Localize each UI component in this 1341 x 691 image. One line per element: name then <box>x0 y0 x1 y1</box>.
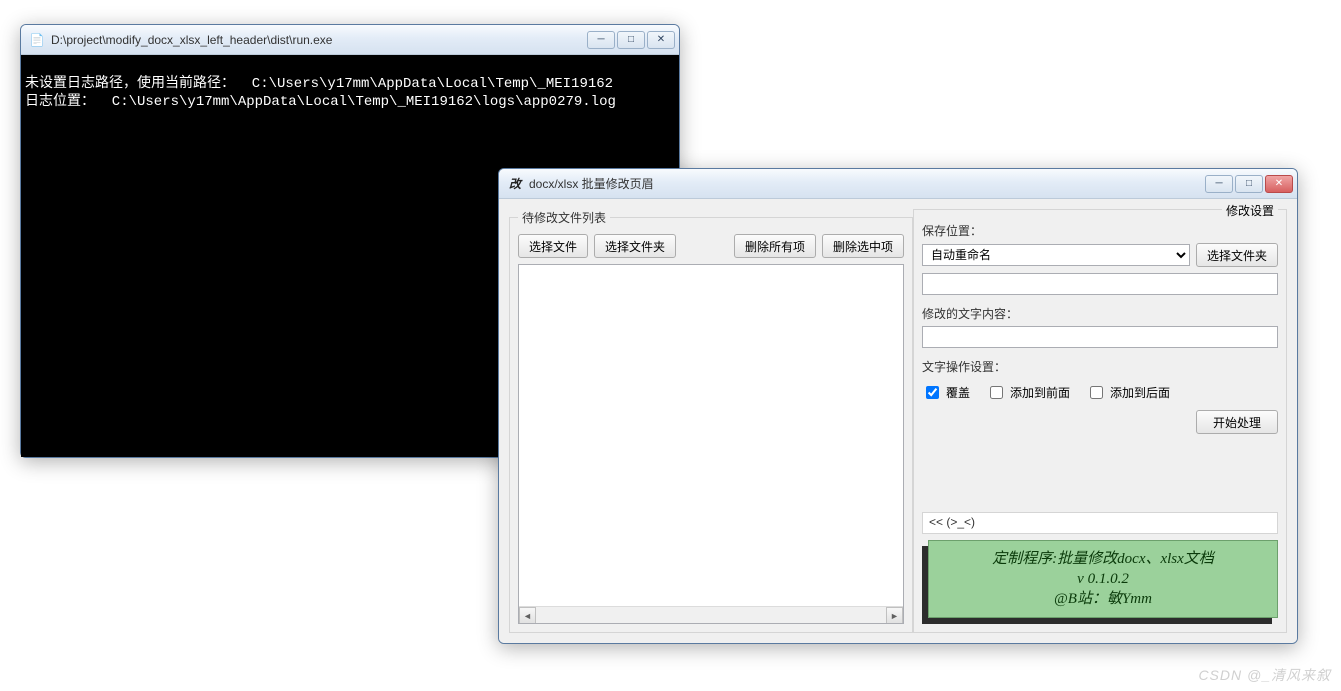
overwrite-label: 覆盖 <box>946 384 970 401</box>
console-line: 未设置日志路径，使用当前路径： C:\Users\y17mm\AppData\L… <box>25 76 613 92</box>
console-titlebar[interactable]: 📄 D:\project\modify_docx_xlsx_left_heade… <box>21 25 679 55</box>
file-list-group-title: 待修改文件列表 <box>518 209 610 226</box>
prepend-checkbox[interactable] <box>990 386 1003 399</box>
overwrite-checkbox[interactable] <box>926 386 939 399</box>
console-title: D:\project\modify_docx_xlsx_left_header\… <box>51 33 587 47</box>
save-mode-select[interactable]: 自动重命名 <box>922 244 1190 266</box>
delete-all-button[interactable]: 删除所有项 <box>734 234 816 258</box>
operation-label: 文字操作设置： <box>922 358 1278 375</box>
select-folder-button[interactable]: 选择文件夹 <box>594 234 676 258</box>
save-select-folder-button[interactable]: 选择文件夹 <box>1196 243 1278 267</box>
app-title: docx/xlsx 批量修改页眉 <box>529 175 1205 192</box>
prepend-label: 添加到前面 <box>1010 384 1070 401</box>
promo-line1: 定制程序:批量修改docx、xlsx文档 <box>937 549 1269 569</box>
minimize-button[interactable]: ─ <box>1205 175 1233 193</box>
close-button[interactable]: ✕ <box>647 31 675 49</box>
start-button[interactable]: 开始处理 <box>1196 410 1278 434</box>
console-app-icon: 📄 <box>29 32 45 48</box>
scroll-right-button[interactable]: ► <box>886 607 903 624</box>
status-bar: << (>_<) <box>922 512 1278 534</box>
app-window: 改 docx/xlsx 批量修改页眉 ─ □ ✕ 待修改文件列表 选择文件 选择… <box>498 168 1298 644</box>
append-label: 添加到后面 <box>1110 384 1170 401</box>
content-input[interactable] <box>922 326 1278 348</box>
app-titlebar[interactable]: 改 docx/xlsx 批量修改页眉 ─ □ ✕ <box>499 169 1297 199</box>
console-line: 日志位置： C:\Users\y17mm\AppData\Local\Temp\… <box>25 94 616 110</box>
minimize-button[interactable]: ─ <box>587 31 615 49</box>
prepend-option[interactable]: 添加到前面 <box>986 383 1070 402</box>
delete-selected-button[interactable]: 删除选中项 <box>822 234 904 258</box>
horizontal-scrollbar[interactable]: ◄ ► <box>519 606 903 623</box>
append-option[interactable]: 添加到后面 <box>1086 383 1170 402</box>
file-list[interactable]: ◄ ► <box>518 264 904 624</box>
app-icon: 改 <box>507 176 523 192</box>
save-path-input[interactable] <box>922 273 1278 295</box>
close-button[interactable]: ✕ <box>1265 175 1293 193</box>
maximize-button[interactable]: □ <box>617 31 645 49</box>
content-label: 修改的文字内容： <box>922 305 1278 322</box>
append-checkbox[interactable] <box>1090 386 1103 399</box>
promo-line2: v 0.1.0.2 <box>937 569 1269 589</box>
settings-group-title: 修改设置 <box>1222 202 1278 219</box>
maximize-button[interactable]: □ <box>1235 175 1263 193</box>
scroll-left-button[interactable]: ◄ <box>519 607 536 624</box>
promo-line3: @B站：敏Ymm <box>937 589 1269 609</box>
save-location-label: 保存位置： <box>922 222 1278 239</box>
select-file-button[interactable]: 选择文件 <box>518 234 588 258</box>
settings-group: 修改设置 保存位置： 自动重命名 选择文件夹 修改的文字内容： 文字操作设置： … <box>913 209 1287 633</box>
promo-banner: 定制程序:批量修改docx、xlsx文档 v 0.1.0.2 @B站：敏Ymm <box>928 540 1278 618</box>
watermark: CSDN @_清风来叙 <box>1198 665 1331 685</box>
file-list-group: 待修改文件列表 选择文件 选择文件夹 删除所有项 删除选中项 ◄ ► <box>509 209 913 633</box>
overwrite-option[interactable]: 覆盖 <box>922 383 970 402</box>
